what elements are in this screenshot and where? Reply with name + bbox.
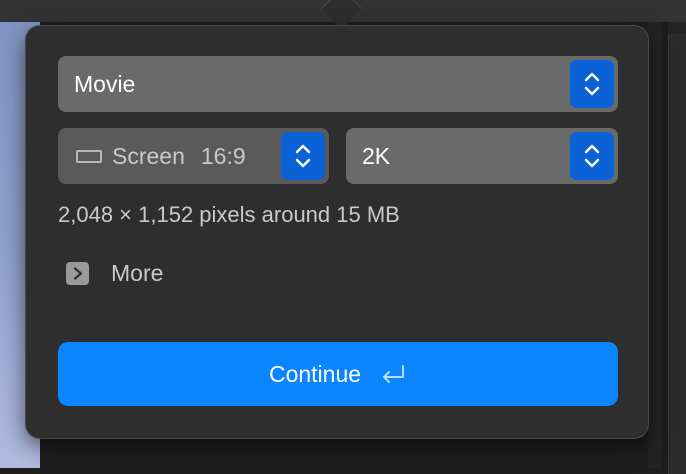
format-select[interactable]: Movie	[58, 56, 618, 112]
resolution-select-value: 2K	[362, 142, 391, 169]
aspect-ratio: 16:9	[200, 142, 246, 169]
continue-button[interactable]: Continue	[58, 342, 618, 406]
more-disclosure[interactable]: More	[66, 260, 163, 287]
popover-arrow	[320, 0, 363, 30]
export-info-text: 2,048 × 1,152 pixels around 15 MB	[58, 202, 400, 227]
background-right-panel	[668, 34, 686, 474]
continue-label: Continue	[268, 360, 362, 387]
format-select-value: Movie	[74, 70, 136, 97]
canvas-label: Screen	[112, 142, 185, 169]
chevron-up-down-icon	[584, 72, 600, 96]
return-key-icon	[383, 365, 405, 383]
resolution-select[interactable]: 2K	[346, 128, 618, 184]
canvas-stepper[interactable]	[281, 132, 325, 180]
resolution-stepper[interactable]	[570, 132, 614, 180]
format-stepper[interactable]	[570, 60, 614, 108]
chevron-up-down-icon	[295, 144, 311, 168]
disclosure-chevron-right-icon[interactable]	[66, 262, 89, 285]
canvas-select[interactable]: Screen 16:9	[58, 128, 329, 184]
chevron-up-down-icon	[584, 144, 600, 168]
more-label: More	[111, 260, 164, 286]
export-popover: Movie Screen 16:9 2K 2,048 × 1,152 pixel…	[26, 26, 648, 438]
screen-icon	[76, 149, 102, 163]
